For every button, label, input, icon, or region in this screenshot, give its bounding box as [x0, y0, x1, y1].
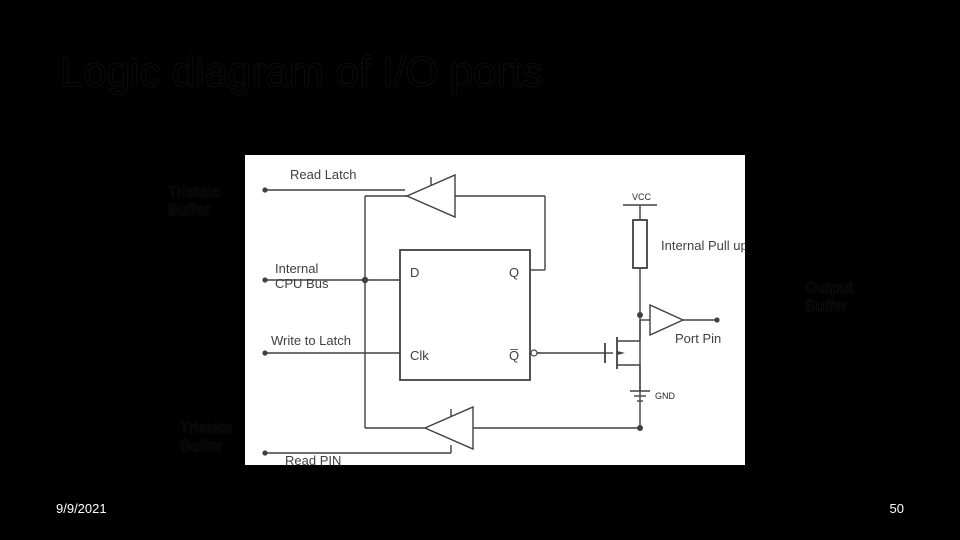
- callout-label: Output: [805, 280, 853, 297]
- callout-label: Buffer: [180, 438, 222, 455]
- logic-diagram-svg: Read Latch Internal CPU Bus Write to Lat…: [245, 155, 745, 465]
- signal-label: Read Latch: [290, 167, 357, 182]
- pin-label: Clk: [410, 348, 429, 363]
- callout-label: Buffer: [805, 298, 847, 315]
- pin-label: D: [410, 265, 419, 280]
- footer-page-number: 50: [890, 501, 904, 516]
- signal-label: Write to Latch: [271, 333, 351, 348]
- slide: Logic diagram of I/O ports Tristate Buff…: [0, 0, 960, 540]
- component-label: Internal Pull up: [661, 238, 745, 253]
- rail-label: GND: [655, 391, 676, 401]
- callout-tristate-bottom: Tristate Buffer: [180, 420, 233, 457]
- callout-label: Tristate: [168, 184, 221, 201]
- slide-title: Logic diagram of I/O ports: [60, 48, 543, 96]
- signal-label: Read PIN: [285, 453, 341, 465]
- rail-label: VCC: [632, 192, 652, 202]
- callout-label: Buffer: [168, 202, 210, 219]
- callout-output-buffer: Output Buffer: [805, 280, 853, 317]
- component-label: Port Pin: [675, 331, 721, 346]
- logic-diagram: Read Latch Internal CPU Bus Write to Lat…: [245, 155, 745, 465]
- footer-date: 9/9/2021: [56, 501, 107, 516]
- callout-tristate-top: Tristate Buffer: [168, 184, 221, 221]
- pin-label: Q: [509, 265, 519, 280]
- callout-label: Tristate: [180, 420, 233, 437]
- signal-label: Internal: [275, 261, 318, 276]
- pin-label: Q̅: [509, 348, 519, 363]
- signal-label: CPU Bus: [275, 276, 329, 291]
